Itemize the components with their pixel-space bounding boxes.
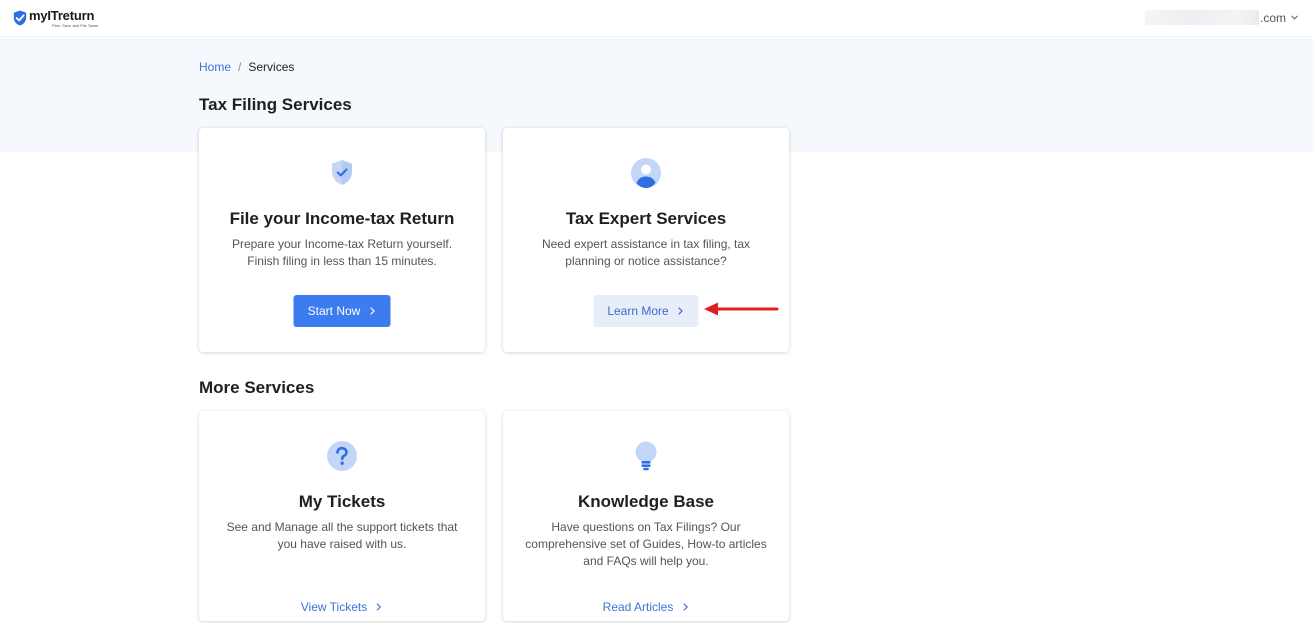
question-icon: [327, 441, 357, 471]
section-title-more-services: More Services: [199, 378, 315, 397]
logo-tagline: Plan, Save and File Taxes: [52, 23, 99, 28]
chevron-right-icon: [370, 307, 375, 315]
lightbulb-icon: [635, 441, 657, 471]
breadcrumb-current: Services: [248, 60, 295, 74]
top-bar: myITreturn Plan, Save and File Taxes .co…: [0, 0, 1313, 37]
account-menu[interactable]: .com: [1144, 10, 1299, 25]
card-description: Have questions on Tax Filings? Our compr…: [525, 520, 767, 568]
logo[interactable]: myITreturn Plan, Save and File Taxes: [13, 9, 98, 28]
card-knowledge-base: Knowledge Base Have questions on Tax Fil…: [503, 411, 789, 621]
link-label: View Tickets: [300, 600, 368, 614]
read-articles-link[interactable]: Read Articles: [603, 591, 690, 623]
user-avatar-icon: [631, 158, 661, 188]
section-title-tax-filing: Tax Filing Services: [199, 95, 352, 114]
card-description: Prepare your Income-tax Return yourself.…: [231, 237, 453, 268]
card-file-itr: File your Income-tax Return Prepare your…: [199, 128, 485, 352]
chevron-right-icon: [678, 307, 684, 315]
breadcrumb-separator: /: [238, 60, 242, 74]
card-title: File your Income-tax Return: [229, 209, 455, 228]
card-tax-expert: Tax Expert Services Need expert assistan…: [503, 128, 789, 352]
logo-shield-icon: [13, 10, 27, 26]
logo-name: myITreturn: [29, 8, 95, 23]
account-email-suffix: .com: [1259, 10, 1286, 25]
card-title: My Tickets: [298, 492, 386, 511]
card-description: Need expert assistance in tax filing, ta…: [541, 237, 751, 268]
account-email-redacted: [1144, 10, 1259, 25]
breadcrumb: Home / Services: [199, 60, 294, 74]
card-title: Knowledge Base: [577, 492, 715, 511]
breadcrumb-home-link[interactable]: Home: [199, 60, 231, 74]
card-description: See and Manage all the support tickets t…: [226, 520, 458, 551]
start-now-button[interactable]: Start Now: [293, 295, 391, 327]
chevron-down-icon: [1291, 15, 1298, 20]
chevron-right-icon: [683, 603, 688, 611]
card-my-tickets: My Tickets See and Manage all the suppor…: [199, 411, 485, 621]
view-tickets-link[interactable]: View Tickets: [301, 591, 383, 623]
button-label: Start Now: [307, 304, 361, 318]
shield-check-icon: [332, 160, 352, 185]
link-label: Read Articles: [602, 600, 674, 614]
chevron-right-icon: [377, 603, 382, 611]
annotation-arrow-icon: [704, 302, 779, 316]
card-title: Tax Expert Services: [565, 209, 727, 228]
button-label: Learn More: [607, 304, 669, 318]
learn-more-button[interactable]: Learn More: [593, 295, 699, 327]
